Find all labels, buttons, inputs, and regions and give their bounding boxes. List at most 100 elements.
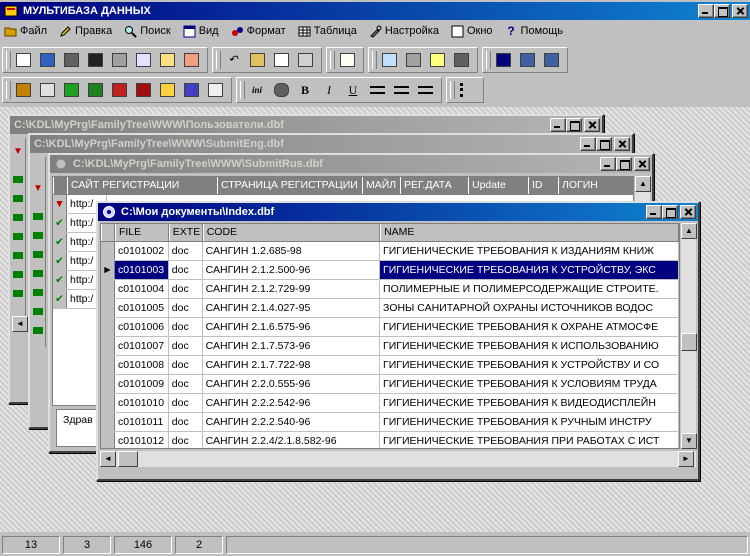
cell-file[interactable]: c0101003 — [114, 261, 169, 279]
filter-button[interactable] — [427, 50, 447, 70]
delete-column-button[interactable] — [85, 80, 105, 100]
cell-file[interactable]: c0101011 — [115, 413, 169, 431]
delete-row-button[interactable] — [133, 80, 153, 100]
copy-button[interactable] — [271, 50, 291, 70]
scroll-left-button[interactable]: ◄ — [12, 316, 28, 332]
table-row[interactable]: c0101004 doc САНГИН 2.1.2.729-99 ПОЛИМЕРНЫЕ… — [101, 280, 679, 299]
binoculars-button[interactable] — [451, 50, 471, 70]
cell-name[interactable]: ГИГИЕНИЧЕСКИЕ ТРЕБОВАНИЯ К ИСПОЛЬЗОВАНИЮ — [380, 337, 679, 355]
cell-ext[interactable]: doc — [169, 261, 203, 279]
close-button[interactable] — [634, 157, 650, 171]
cell-file[interactable]: c0101009 — [115, 375, 169, 393]
cell-name[interactable]: ЗОНЫ САНИТАРНОЙ ОХРАНЫ ИСТОЧНИКОВ ВОДОС — [380, 299, 679, 317]
close-button[interactable] — [614, 137, 630, 151]
underline-button[interactable]: U — [343, 80, 363, 100]
cell-ext[interactable]: doc — [169, 356, 203, 374]
save-button[interactable] — [61, 50, 81, 70]
column-header-ext[interactable]: EXTE — [168, 224, 203, 241]
open-button[interactable] — [37, 50, 57, 70]
cut-button[interactable] — [247, 50, 267, 70]
minimize-button[interactable] — [646, 205, 662, 219]
window-users-titlebar[interactable]: C:\KDL\MyPrg\FamilyTree\WWW\Пользователи… — [10, 116, 602, 134]
cell-file[interactable]: c0101002 — [115, 242, 169, 260]
maximize-button[interactable] — [662, 205, 678, 219]
table-row[interactable]: c0101012 doc САНГИН 2.2.4/2.1.8.582-96 ГИГИ… — [101, 432, 679, 448]
minimize-button[interactable] — [698, 4, 714, 18]
table-row[interactable]: c0101005 doc САНГИН 2.1.4.027-95 ЗОНЫ САНИТ… — [101, 299, 679, 318]
ink-button[interactable]: ini — [247, 80, 267, 100]
replace-button[interactable] — [403, 50, 423, 70]
table-row[interactable]: c0101002 doc САНГИН 1.2.685-98 ГИГИЕНИЧЕСКИ… — [101, 242, 679, 261]
cell-code[interactable]: САНГИН 1.2.685-98 — [203, 242, 381, 260]
cell-code[interactable]: САНГИН 2.2.0.555-96 — [203, 375, 381, 393]
cell-file[interactable]: c0101010 — [115, 394, 169, 412]
tile-vertical-button[interactable] — [541, 50, 561, 70]
insert-row-button[interactable] — [109, 80, 129, 100]
column-header-code[interactable]: CODE — [202, 224, 381, 241]
window-submit-eng-titlebar[interactable]: C:\KDL\MyPrg\FamilyTree\WWW\SubmitEng.db… — [30, 135, 632, 153]
cell-code[interactable]: САНГИН 2.1.2.500-96 — [203, 261, 381, 279]
find-button[interactable] — [379, 50, 399, 70]
table-row[interactable]: c0101010 doc САНГИН 2.2.2.542-96 ГИГИЕНИЧЕС… — [101, 394, 679, 413]
table-row[interactable]: c0101009 doc САНГИН 2.2.0.555-96 ГИГИЕНИЧЕС… — [101, 375, 679, 394]
table-row[interactable]: c0101011 doc САНГИН 2.2.2.540-96 ГИГИЕНИЧЕС… — [101, 413, 679, 432]
column-header[interactable]: МАЙЛ — [362, 177, 400, 194]
column-header[interactable]: ЛОГИН — [558, 177, 618, 194]
cell-ext[interactable]: doc — [169, 337, 203, 355]
scroll-thumb[interactable] — [118, 451, 138, 467]
minimize-button[interactable] — [580, 137, 596, 151]
sort-desc-button[interactable] — [181, 80, 201, 100]
column-header[interactable]: РЕГ.ДАТА — [400, 177, 468, 194]
column-header[interactable]: САЙТ РЕГИСТРАЦИИ — [67, 177, 217, 194]
cell-code[interactable]: САНГИН 2.2.4/2.1.8.582-96 — [203, 432, 381, 448]
close-button[interactable] — [584, 118, 600, 132]
table-row[interactable]: c0101007 doc САНГИН 2.1.7.573-96 ГИГИЕНИЧЕС… — [101, 337, 679, 356]
cell-code[interactable]: САНГИН 2.1.7.722-98 — [203, 356, 381, 374]
cell-name[interactable]: ГИГИЕНИЧЕСКИЕ ТРЕБОВАНИЯ К УСТРОЙСТВУ, Э… — [380, 261, 679, 279]
cell-ext[interactable]: doc — [169, 432, 203, 448]
cell-name[interactable]: ГИГИЕНИЧЕСКИЕ ТРЕБОВАНИЯ К УСТРОЙСТВУ И … — [380, 356, 679, 374]
align-left-button[interactable] — [367, 80, 387, 100]
cell-file[interactable]: c0101012 — [115, 432, 169, 448]
form-view-button[interactable] — [37, 80, 57, 100]
scroll-left-button[interactable]: ◄ — [100, 451, 116, 467]
cell-file[interactable]: c0101004 — [115, 280, 169, 298]
index-grid[interactable]: FILE EXTE CODE NAME c0101002 doc САНГИН 1.… — [100, 223, 680, 449]
cell-code[interactable]: САНГИН 2.2.2.540-96 — [203, 413, 381, 431]
table-view-button[interactable] — [13, 80, 33, 100]
paste-button[interactable] — [295, 50, 315, 70]
cell-code[interactable]: САНГИН 2.1.2.729-99 — [203, 280, 381, 298]
cell-name[interactable]: ГИГИЕНИЧЕСКИЕ ТРЕБОВАНИЯ К УСЛОВИЯМ ТРУД… — [380, 375, 679, 393]
window-submit-rus-titlebar[interactable]: C:\KDL\MyPrg\FamilyTree\WWW\SubmitRus.db… — [50, 155, 652, 173]
column-header[interactable]: СТРАНИЦА РЕГИСТРАЦИИ — [217, 177, 362, 194]
close-button[interactable] — [732, 4, 748, 18]
column-header-name[interactable]: NAME — [380, 224, 679, 241]
scroll-thumb[interactable] — [681, 333, 697, 351]
cell-file[interactable]: c0101007 — [115, 337, 169, 355]
cell-name[interactable]: ГИГИЕНИЧЕСКИЕ ТРЕБОВАНИЯ К ИЗДАНИЯМ КНИЖ — [380, 242, 679, 260]
print-preview-button[interactable] — [133, 50, 153, 70]
menu-edit[interactable]: Правка — [59, 25, 112, 38]
table-row[interactable]: ► c0101003 doc САНГИН 2.1.2.500-96 ГИГИЕНИЧЕ… — [101, 261, 679, 280]
horizontal-scrollbar[interactable]: ◄ ► — [100, 451, 696, 467]
menu-window[interactable]: Окно — [451, 25, 493, 38]
menu-format[interactable]: Формат — [231, 25, 286, 38]
scroll-up-button[interactable]: ▲ — [681, 223, 697, 239]
cell-ext[interactable]: doc — [169, 413, 203, 431]
cell-ext[interactable]: doc — [169, 280, 203, 298]
cell-ext[interactable]: doc — [169, 318, 203, 336]
maximize-button[interactable] — [596, 137, 612, 151]
bullets-button[interactable] — [457, 80, 477, 100]
cell-file[interactable]: c0101005 — [115, 299, 169, 317]
column-header[interactable]: ID — [528, 177, 558, 194]
cell-ext[interactable]: doc — [169, 242, 203, 260]
cell-code[interactable]: САНГИН 2.2.2.542-96 — [203, 394, 381, 412]
align-center-button[interactable] — [391, 80, 411, 100]
maximize-button[interactable] — [714, 4, 730, 18]
menu-search[interactable]: Поиск — [124, 25, 171, 38]
menu-table[interactable]: Таблица — [298, 25, 357, 38]
cell-code[interactable]: САНГИН 2.1.7.573-96 — [203, 337, 381, 355]
cell-ext[interactable]: doc — [169, 394, 203, 412]
maximize-button[interactable] — [566, 118, 582, 132]
table-row[interactable]: c0101008 doc САНГИН 2.1.7.722-98 ГИГИЕНИЧЕС… — [101, 356, 679, 375]
